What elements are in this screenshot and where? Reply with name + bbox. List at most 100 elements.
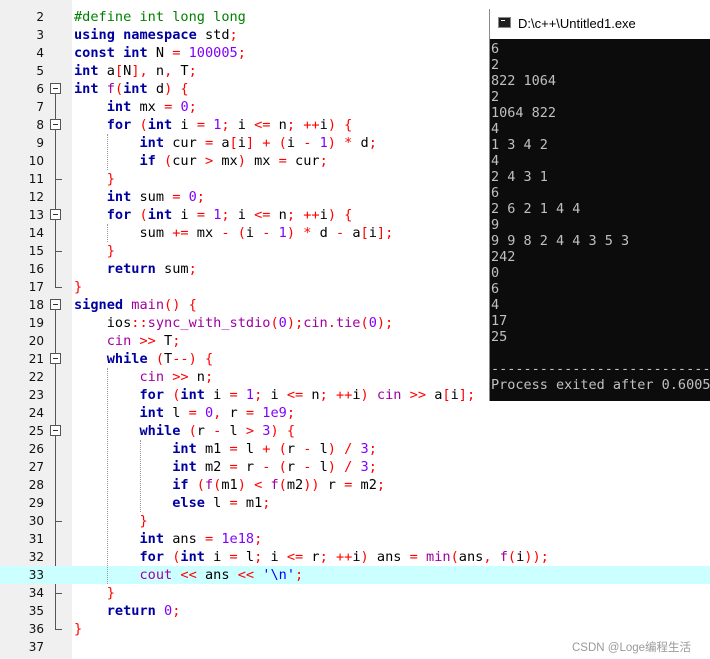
code-text: } bbox=[74, 620, 82, 638]
code-token: ; bbox=[376, 477, 386, 493]
console-window[interactable]: D:\c++\Untitled1.exe 6 2 822 1064 2 1064 822… bbox=[489, 9, 710, 401]
code-token: sum bbox=[131, 189, 173, 205]
code-token: - bbox=[221, 225, 230, 241]
line-number: 9 bbox=[36, 136, 44, 150]
code-token: ; bbox=[368, 441, 377, 457]
console-output-line: 17 bbox=[491, 313, 508, 329]
code-line[interactable]: 36} bbox=[0, 620, 710, 638]
code-line[interactable]: 34 } bbox=[0, 584, 710, 602]
console-title-bar[interactable]: D:\c++\Untitled1.exe bbox=[490, 9, 710, 39]
code-token: m1 bbox=[221, 477, 238, 493]
indent-guide bbox=[106, 368, 108, 584]
code-token: ) bbox=[327, 135, 336, 151]
code-token: ans bbox=[196, 567, 238, 583]
code-token: )) bbox=[303, 477, 320, 493]
code-token: ( bbox=[270, 315, 279, 331]
code-token: -- bbox=[172, 351, 189, 367]
code-token: m1 bbox=[237, 495, 263, 511]
code-text: int ans = 1e18; bbox=[74, 530, 262, 548]
code-token: int bbox=[139, 405, 165, 421]
code-token: ( bbox=[237, 225, 246, 241]
code-token: ++ bbox=[335, 387, 353, 403]
code-token: ( bbox=[139, 117, 148, 133]
code-text: for (int i = 1; i <= n; ++i) { bbox=[74, 206, 353, 224]
code-token: r bbox=[237, 459, 263, 475]
code-token: i bbox=[352, 387, 361, 403]
console-title: D:\c++\Untitled1.exe bbox=[518, 16, 636, 31]
code-token: ; bbox=[295, 567, 304, 583]
code-token: [ bbox=[114, 63, 124, 79]
code-token: ) { bbox=[270, 423, 296, 439]
code-token: for bbox=[106, 207, 132, 223]
code-token: l bbox=[237, 549, 255, 565]
line-number: 7 bbox=[36, 100, 44, 114]
code-token: return bbox=[106, 603, 156, 619]
code-token: ( bbox=[278, 477, 287, 493]
console-output-line: 6 bbox=[491, 185, 500, 201]
code-token: ans bbox=[368, 549, 410, 565]
console-output-line: 4 bbox=[491, 121, 500, 137]
console-output-line: 822 1064 bbox=[491, 73, 557, 89]
code-token: cout bbox=[139, 567, 173, 583]
code-token: if bbox=[172, 477, 189, 493]
code-token: min bbox=[426, 549, 451, 565]
code-token: i bbox=[229, 207, 255, 223]
code-token: a bbox=[98, 63, 115, 79]
code-token: f bbox=[106, 81, 115, 97]
code-token: i bbox=[319, 207, 328, 223]
code-line[interactable]: 35 return 0; bbox=[0, 602, 710, 620]
code-token: l bbox=[311, 459, 328, 475]
code-token: = bbox=[229, 549, 238, 565]
code-token: m2 bbox=[352, 477, 377, 493]
code-token: () { bbox=[164, 297, 197, 313]
code-token: mx bbox=[213, 153, 238, 169]
code-token: i bbox=[172, 207, 197, 223]
line-number: 24 bbox=[28, 406, 44, 420]
code-token: ( bbox=[450, 549, 459, 565]
code-token: ; bbox=[368, 459, 377, 475]
code-token: 1e9 bbox=[262, 405, 287, 421]
code-token: ) { bbox=[164, 81, 189, 97]
code-token: i bbox=[368, 225, 377, 241]
line-number: 19 bbox=[28, 316, 44, 330]
code-token: ; bbox=[319, 153, 328, 169]
code-token: >> bbox=[409, 387, 427, 403]
code-token: ) bbox=[327, 459, 336, 475]
code-token: , bbox=[483, 549, 492, 565]
code-token: 3 bbox=[360, 459, 369, 475]
line-number: 18 bbox=[28, 298, 44, 312]
code-text: int m2 = r - (r - l) / 3; bbox=[74, 458, 377, 476]
code-token: ) bbox=[360, 549, 369, 565]
code-token: ( bbox=[278, 441, 287, 457]
code-token: [ bbox=[360, 225, 369, 241]
code-token: 1e18 bbox=[221, 531, 255, 547]
code-token: signed bbox=[74, 297, 124, 313]
code-token: sync_with_stdio bbox=[147, 315, 271, 331]
line-number: 11 bbox=[28, 172, 44, 186]
code-token: cur bbox=[164, 135, 205, 151]
line-number: 32 bbox=[28, 550, 44, 564]
line-number: 35 bbox=[28, 604, 44, 618]
code-token: << bbox=[180, 567, 197, 583]
line-number: 22 bbox=[28, 370, 44, 384]
indent-guide bbox=[139, 440, 141, 512]
line-number: 14 bbox=[28, 226, 44, 240]
indent-guide bbox=[106, 134, 108, 170]
code-token: i bbox=[262, 549, 287, 565]
code-token: ans bbox=[458, 549, 484, 565]
code-token: sum bbox=[155, 261, 189, 277]
code-token: <= bbox=[254, 117, 271, 133]
code-token: int bbox=[123, 81, 148, 97]
code-token: ] bbox=[245, 135, 255, 151]
code-text: for (int i = l; i <= r; ++i) ans = min(a… bbox=[74, 548, 548, 566]
line-number: 20 bbox=[28, 334, 44, 348]
